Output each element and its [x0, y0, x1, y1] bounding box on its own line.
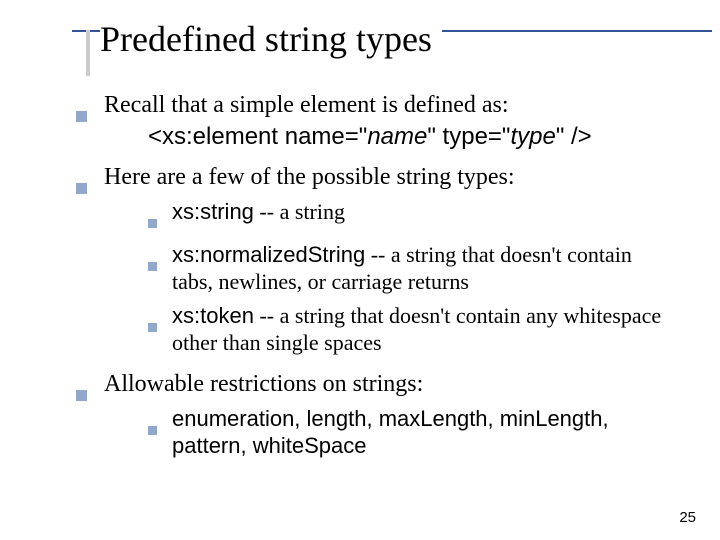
bullet-text: Recall that a simple element is defined …: [104, 92, 509, 118]
bullet-text: Here are a few of the possible string ty…: [104, 164, 515, 190]
bullet-text: Allowable restrictions on strings:: [104, 371, 423, 397]
bullet-restrictions: Allowable restrictions on strings: enume…: [76, 369, 676, 466]
restrictions-text: enumeration, length, maxLength, minLengt…: [172, 405, 676, 460]
bullet-icon: [76, 369, 104, 466]
string-types-list: xs:string -- a string xs:normalizedStrin…: [104, 198, 676, 357]
slide-body: Recall that a simple element is defined …: [76, 90, 676, 472]
type-code: xs:normalizedString: [172, 242, 365, 267]
type-code: xs:token: [172, 303, 254, 328]
slide-title: Predefined string types: [100, 20, 442, 60]
slide: Predefined string types Recall that a si…: [0, 0, 720, 540]
bullet-recall: Recall that a simple element is defined …: [76, 90, 676, 156]
bullet-icon: [148, 198, 172, 235]
restrictions-list: enumeration, length, maxLength, minLengt…: [104, 405, 676, 460]
bullet-icon: [148, 405, 172, 460]
list-item: xs:token -- a string that doesn't contai…: [148, 302, 676, 357]
type-desc: -- a string: [254, 199, 345, 224]
type-code: xs:string: [172, 199, 254, 224]
element-syntax: <xs:element name="name" type="type" />: [148, 122, 676, 152]
bullet-icon: [76, 90, 104, 156]
title-vertical-accent: [86, 30, 90, 76]
page-number: 25: [679, 509, 696, 526]
bullet-icon: [76, 162, 104, 363]
list-item: xs:normalizedString -- a string that doe…: [148, 241, 676, 296]
bullet-icon: [148, 302, 172, 357]
list-item: xs:string -- a string: [148, 198, 676, 235]
bullet-icon: [148, 241, 172, 296]
list-item: enumeration, length, maxLength, minLengt…: [148, 405, 676, 460]
bullet-few: Here are a few of the possible string ty…: [76, 162, 676, 363]
